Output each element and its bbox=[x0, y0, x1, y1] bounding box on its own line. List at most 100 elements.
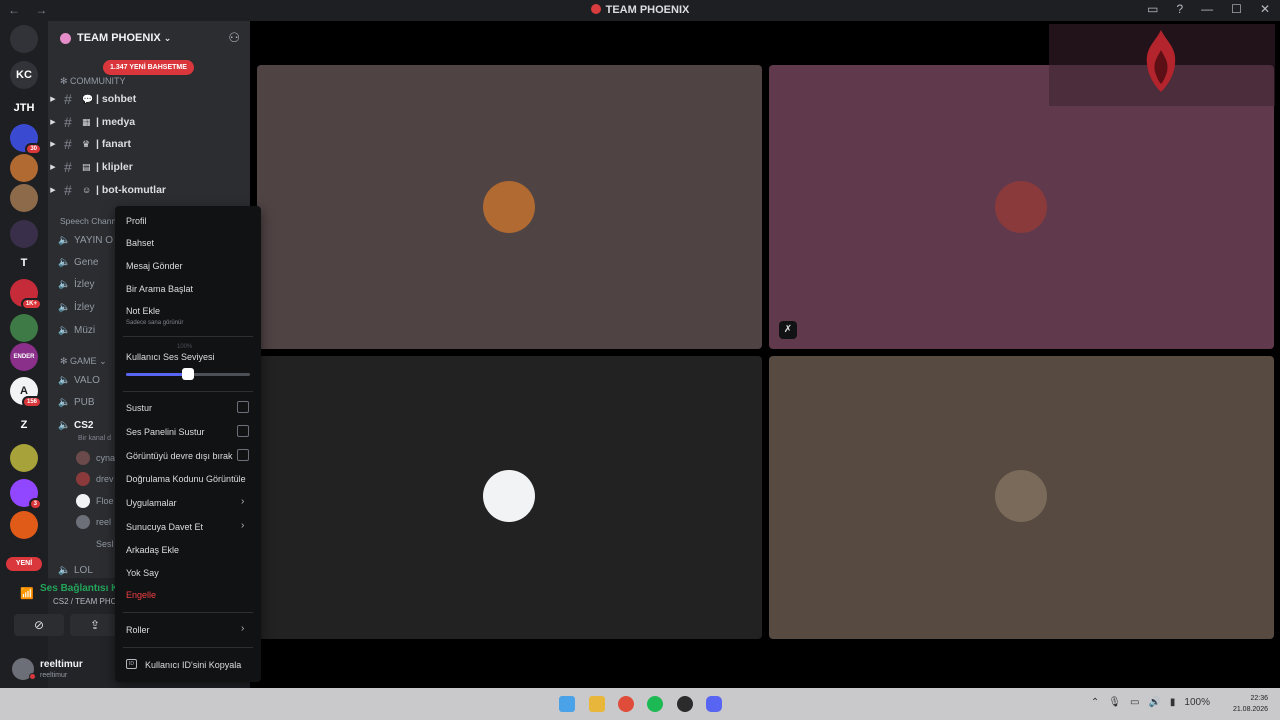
battery-icon[interactable]: ▮ bbox=[1170, 697, 1176, 708]
spotify-icon[interactable] bbox=[647, 696, 663, 712]
guild-orange[interactable] bbox=[10, 511, 38, 539]
channel-name: İzley bbox=[74, 301, 95, 313]
category-speech[interactable]: Speech Chann bbox=[60, 216, 116, 226]
add-member-icon[interactable]: ⚇ bbox=[228, 30, 240, 46]
menu-verify-code[interactable]: Doğrulama Kodunu Görüntüle bbox=[126, 474, 246, 484]
guild-ender[interactable]: ENDER bbox=[10, 343, 38, 371]
channel-name: | sohbet bbox=[96, 93, 137, 105]
camera-off-button[interactable]: ⊘ bbox=[14, 614, 64, 636]
menu-mute[interactable]: Sustur bbox=[126, 403, 152, 413]
discord-taskbar-icon[interactable] bbox=[706, 696, 722, 712]
guild-green[interactable] bbox=[10, 314, 38, 342]
close-icon[interactable]: ✕ bbox=[1260, 2, 1270, 16]
volume-icon[interactable]: 🔊 bbox=[1148, 697, 1160, 708]
menu-add-friend[interactable]: Arkadaş Ekle bbox=[126, 545, 179, 555]
category-game[interactable]: ✻ GAME ⌄ bbox=[60, 356, 107, 367]
id-icon: ID bbox=[126, 659, 137, 669]
guild-t[interactable]: T bbox=[10, 249, 38, 277]
inbox-icon[interactable]: ▭ bbox=[1147, 2, 1158, 16]
guild-tiger[interactable] bbox=[10, 154, 38, 182]
text-channel-klipler[interactable]: ▶ # ▤ | klipler bbox=[48, 157, 250, 177]
soundboard-checkbox[interactable] bbox=[237, 425, 249, 437]
guild-face[interactable] bbox=[10, 184, 38, 212]
os-taskbar: ⌃ 🎙 ▭ 🔊 ▮ 100% 22:36 21.08.2026 bbox=[0, 688, 1280, 720]
text-channel-medya[interactable]: ▶ # ▦ | medya bbox=[48, 112, 250, 132]
menu-copy-id[interactable]: Kullanıcı ID'sini Kopyala bbox=[145, 660, 241, 670]
start-icon[interactable] bbox=[559, 696, 575, 712]
disable-video-checkbox[interactable] bbox=[237, 449, 249, 461]
guild-a[interactable]: A 156 bbox=[10, 377, 42, 408]
mic-icon[interactable]: 🎙 bbox=[1108, 697, 1121, 708]
guild-red[interactable]: 1K+ bbox=[10, 279, 42, 310]
text-channel-fanart[interactable]: ▶ # ♛ | fanart bbox=[48, 134, 250, 154]
new-unreads-pill[interactable]: YENİ bbox=[6, 557, 42, 571]
chevron-down-icon: ⌄ bbox=[163, 32, 172, 43]
voice-user[interactable]: cyna bbox=[76, 448, 115, 468]
menu-start-call[interactable]: Bir Arama Başlat bbox=[126, 284, 193, 294]
mute-checkbox[interactable] bbox=[237, 401, 249, 413]
menu-mention[interactable]: Bahset bbox=[126, 238, 154, 248]
menu-invite[interactable]: Sunucuya Davet Et bbox=[126, 522, 203, 532]
channel-name: VALO bbox=[74, 374, 100, 386]
menu-add-note[interactable]: Not Ekle bbox=[126, 306, 160, 316]
menu-roles[interactable]: Roller bbox=[126, 625, 150, 635]
channel-name: | medya bbox=[96, 116, 136, 128]
chrome-icon[interactable] bbox=[618, 696, 634, 712]
text-channel-bot-komutlar[interactable]: ▶ # ☺ | bot-komutlar bbox=[48, 180, 250, 200]
voice-user-name: reel bbox=[96, 517, 112, 527]
menu-apps[interactable]: Uygulamalar bbox=[126, 498, 177, 508]
menu-divider bbox=[123, 612, 253, 613]
expand-icon: ▶ bbox=[50, 164, 56, 171]
text-channel-sohbet[interactable]: ▶ # 💬 | sohbet bbox=[48, 89, 250, 109]
category-community[interactable]: ✻ COMMUNITY bbox=[60, 76, 126, 87]
guild-jth[interactable]: JTH bbox=[10, 94, 38, 122]
voice-user[interactable]: Sesl bbox=[76, 534, 114, 554]
user-name[interactable]: reeltimur bbox=[40, 659, 83, 670]
clock[interactable]: 22:36 21.08.2026 bbox=[1233, 693, 1268, 715]
voice-user[interactable]: reel bbox=[76, 512, 111, 532]
guild-yellow[interactable] bbox=[10, 444, 38, 472]
minimize-icon[interactable]: — bbox=[1201, 2, 1213, 16]
screen-share-button[interactable]: ⇪ bbox=[70, 614, 120, 636]
tile-user-4[interactable] bbox=[769, 356, 1274, 639]
window-title: TEAM PHOENIX bbox=[0, 4, 1280, 16]
menu-profile[interactable]: Profil bbox=[126, 216, 147, 226]
voice-location[interactable]: CS2 / TEAM PHOE bbox=[53, 597, 122, 606]
help-icon[interactable]: ? bbox=[1176, 2, 1183, 16]
chevron-right-icon: › bbox=[241, 520, 245, 531]
menu-send-message[interactable]: Mesaj Gönder bbox=[126, 261, 183, 271]
new-mentions-pill[interactable]: 1.347 YENİ BAHSETME bbox=[103, 60, 194, 75]
speaker-icon: 🔈 bbox=[58, 396, 71, 408]
guild-z[interactable]: Z bbox=[10, 411, 38, 439]
voice-user-name: Floe bbox=[96, 496, 114, 506]
guild-blue[interactable]: 30 bbox=[10, 124, 42, 155]
channel-name: | fanart bbox=[96, 138, 132, 150]
menu-block[interactable]: Engelle bbox=[126, 590, 156, 600]
guild-kc[interactable]: KC bbox=[10, 61, 38, 89]
file-explorer-icon[interactable] bbox=[589, 696, 605, 712]
expand-icon: ▶ bbox=[50, 119, 56, 126]
tile-user-1[interactable] bbox=[257, 65, 762, 349]
chevron-up-icon[interactable]: ⌃ bbox=[1091, 697, 1099, 708]
expand-icon: ▶ bbox=[50, 141, 56, 148]
menu-divider bbox=[123, 336, 253, 337]
voice-user[interactable]: drev bbox=[76, 469, 114, 489]
maximize-icon[interactable]: ☐ bbox=[1231, 2, 1242, 16]
tile-user-3[interactable] bbox=[257, 356, 762, 639]
guild-twitch[interactable]: 3 bbox=[10, 479, 42, 510]
channel-name: Gene bbox=[74, 256, 99, 268]
network-icon[interactable]: ▭ bbox=[1130, 697, 1139, 708]
user-avatar bbox=[76, 494, 90, 508]
discord-home-icon[interactable] bbox=[10, 25, 38, 53]
server-header[interactable]: TEAM PHOENIX ⌄ ⚇ bbox=[48, 21, 250, 55]
voice-user[interactable]: Floe bbox=[76, 491, 114, 511]
guild-figure[interactable] bbox=[10, 220, 38, 248]
server-icon bbox=[60, 32, 71, 44]
tile-user-2[interactable]: ✗ bbox=[769, 65, 1274, 349]
volume-slider-handle[interactable] bbox=[182, 368, 194, 380]
app-icon[interactable] bbox=[677, 696, 693, 712]
menu-ignore[interactable]: Yok Say bbox=[126, 568, 159, 578]
voice-status[interactable]: Ses Bağlantısı K bbox=[40, 583, 118, 594]
menu-mute-soundboard[interactable]: Ses Panelini Sustur bbox=[126, 427, 205, 437]
menu-disable-video[interactable]: Görüntüyü devre dışı bırak bbox=[126, 451, 233, 461]
